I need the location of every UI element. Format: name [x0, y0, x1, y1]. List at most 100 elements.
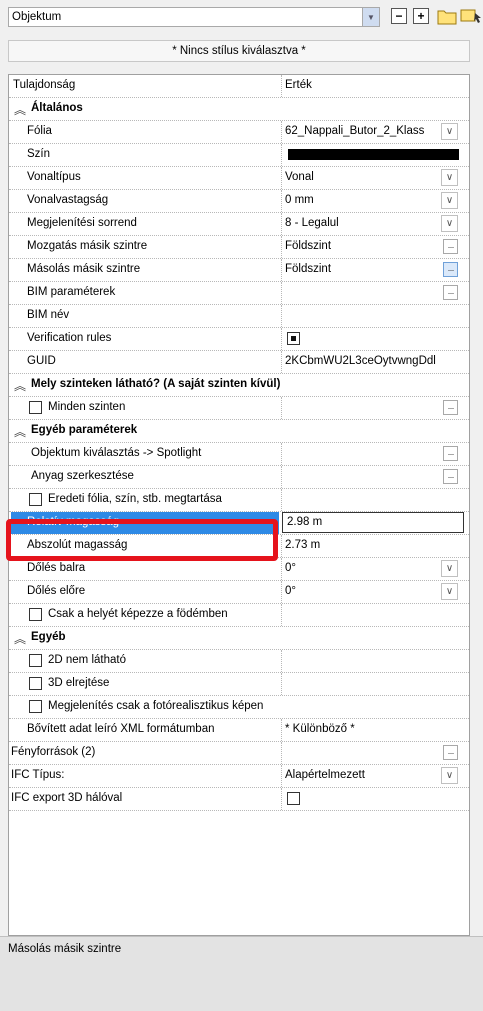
property-label: Bővített adat leíró XML formátumban [27, 723, 215, 735]
style-selector[interactable]: * Nincs stílus kiválasztva * [8, 40, 470, 62]
row-ifc-export[interactable]: IFC export 3D hálóval [9, 788, 469, 811]
ellipsis-button[interactable]: ··· [443, 239, 458, 254]
category-visibility[interactable]: ︽ Mely szinteken látható? (A saját szint… [9, 374, 469, 397]
property-value[interactable]: Vonal [285, 171, 455, 183]
row-megjelenitesi-sorrend[interactable]: Megjelenítési sorrend 8 - Legalul ∨ [9, 213, 469, 236]
row-ifc-tipus[interactable]: IFC Típus: Alapértelmezett ∨ [9, 765, 469, 788]
chevron-down-icon[interactable]: ∨ [441, 767, 458, 784]
property-label: Mozgatás másik szintre [27, 240, 148, 252]
property-label: Dőlés előre [27, 585, 86, 597]
checkbox[interactable] [29, 654, 42, 667]
ellipsis-button[interactable]: ··· [443, 446, 458, 461]
property-value[interactable]: 8 - Legalul [285, 217, 455, 229]
folder-icon[interactable] [437, 8, 457, 25]
property-value[interactable]: * Különböző * [285, 723, 455, 735]
property-label: 3D elrejtése [48, 677, 110, 689]
ellipsis-button[interactable]: ··· [443, 285, 458, 300]
row-vonaltipus[interactable]: Vonaltípus Vonal ∨ [9, 167, 469, 190]
chevron-down-icon[interactable]: ∨ [441, 123, 458, 140]
row-relativ-magassag[interactable]: Relatív magasság 2.98 m [9, 512, 469, 535]
chevron-down-icon[interactable]: ∨ [441, 192, 458, 209]
row-guid[interactable]: GUID 2KCbmWU2L3ceOytvwngDdl [9, 351, 469, 374]
row-fenyforrasok[interactable]: Fényforrások (2) ··· [9, 742, 469, 765]
top-toolbar: Objektum ▼ − + [0, 0, 483, 40]
row-masolas[interactable]: Másolás másik szintre Földszint ··· [9, 259, 469, 282]
category-other-params[interactable]: ︽ Egyéb paraméterek [9, 420, 469, 443]
property-grid: Tulajdonság Érték ︽ Általános Fólia 62_N… [8, 74, 470, 936]
row-abszolut-magassag[interactable]: Abszolút magasság 2.73 m [9, 535, 469, 558]
row-megjelenites-foto[interactable]: Megjelenítés csak a fotórealisztikus kép… [9, 696, 469, 719]
select-tool-icon[interactable] [460, 7, 483, 25]
row-objektum-kivalasztas[interactable]: Objektum kiválasztás -> Spotlight ··· [9, 443, 469, 466]
chevron-down-icon[interactable]: ∨ [441, 560, 458, 577]
property-value: Földszint [285, 240, 332, 252]
collapse-icon[interactable]: ︽ [14, 630, 26, 647]
ellipsis-button[interactable]: ··· [443, 469, 458, 484]
property-value[interactable]: 0° [285, 585, 455, 597]
property-label: Dőlés balra [27, 562, 86, 574]
row-verification-rules[interactable]: Verification rules [9, 328, 469, 351]
category-other[interactable]: ︽ Egyéb [9, 627, 469, 650]
property-label: Relatív magasság [27, 516, 120, 528]
row-mozgatas[interactable]: Mozgatás másik szintre Földszint ··· [9, 236, 469, 259]
row-folia[interactable]: Fólia 62_Nappali_Butor_2_Klass ∨ [9, 121, 469, 144]
row-eredeti-folia[interactable]: Eredeti fólia, szín, stb. megtartása [9, 489, 469, 512]
header-property: Tulajdonság [13, 79, 76, 91]
checkbox[interactable] [29, 493, 42, 506]
color-swatch[interactable] [288, 149, 459, 160]
property-label: BIM paraméterek [27, 286, 116, 298]
property-label: Másolás másik szintre [27, 263, 141, 275]
collapse-icon[interactable]: ︽ [14, 101, 26, 118]
row-bim-nev[interactable]: BIM név [9, 305, 469, 328]
style-selector-label: * Nincs stílus kiválasztva * [172, 45, 306, 57]
checkbox[interactable] [29, 608, 42, 621]
collapse-icon[interactable]: ︽ [14, 377, 26, 394]
checkbox[interactable] [29, 677, 42, 690]
property-label: Vonaltípus [27, 171, 81, 183]
minus-icon: − [395, 9, 403, 23]
collapse-icon[interactable]: ︽ [14, 423, 26, 440]
property-label: Eredeti fólia, szín, stb. megtartása [48, 493, 222, 505]
checkbox[interactable] [287, 792, 300, 805]
row-2d-nem-lathato[interactable]: 2D nem látható [9, 650, 469, 673]
property-value[interactable]: 2.73 m [285, 539, 455, 551]
chevron-down-icon[interactable]: ▼ [362, 8, 379, 26]
category-label: Mely szinteken látható? (A saját szinten… [31, 378, 281, 390]
object-selector-value: Objektum [12, 11, 62, 23]
ellipsis-button[interactable]: ··· [443, 400, 458, 415]
property-value[interactable]: 0° [285, 562, 455, 574]
property-label: Objektum kiválasztás -> Spotlight [31, 447, 202, 459]
category-label: Általános [31, 102, 83, 114]
chevron-down-icon[interactable]: ∨ [441, 583, 458, 600]
row-doles-balra[interactable]: Dőlés balra 0° ∨ [9, 558, 469, 581]
row-csak-helyet[interactable]: Csak a helyét képezze a födémben [9, 604, 469, 627]
row-minden-szinten[interactable]: Minden szinten ··· [9, 397, 469, 420]
property-value[interactable]: Alapértelmezett [285, 769, 455, 781]
property-label: Megjelenítés csak a fotórealisztikus kép… [48, 700, 264, 712]
property-value[interactable]: 0 mm [285, 194, 455, 206]
object-selector[interactable]: Objektum ▼ [8, 7, 380, 27]
chevron-down-icon[interactable]: ∨ [441, 215, 458, 232]
category-general[interactable]: ︽ Általános [9, 98, 469, 121]
chevron-down-icon[interactable]: ∨ [441, 169, 458, 186]
row-3d-elrejtese[interactable]: 3D elrejtése [9, 673, 469, 696]
row-doles-elore[interactable]: Dőlés előre 0° ∨ [9, 581, 469, 604]
checkbox[interactable] [287, 332, 300, 345]
row-anyag-szerkesztese[interactable]: Anyag szerkesztése ··· [9, 466, 469, 489]
row-vonalvastagsag[interactable]: Vonalvastagság 0 mm ∨ [9, 190, 469, 213]
checkbox[interactable] [29, 401, 42, 414]
property-label: IFC export 3D hálóval [11, 792, 123, 804]
row-bim-parameterek[interactable]: BIM paraméterek ··· [9, 282, 469, 305]
property-label: Minden szinten [48, 401, 126, 413]
property-label: Verification rules [27, 332, 112, 344]
ellipsis-button[interactable]: ··· [443, 745, 458, 760]
remove-button[interactable]: − [391, 8, 407, 24]
property-value[interactable]: 62_Nappali_Butor_2_Klass [285, 125, 437, 137]
property-label: Szín [27, 148, 51, 160]
property-value[interactable]: 2.98 m [287, 516, 457, 528]
row-bovitett-adat[interactable]: Bővített adat leíró XML formátumban * Kü… [9, 719, 469, 742]
row-szin[interactable]: Szín [9, 144, 469, 167]
add-button[interactable]: + [413, 8, 429, 24]
checkbox[interactable] [29, 700, 42, 713]
ellipsis-button[interactable]: ··· [443, 262, 458, 277]
